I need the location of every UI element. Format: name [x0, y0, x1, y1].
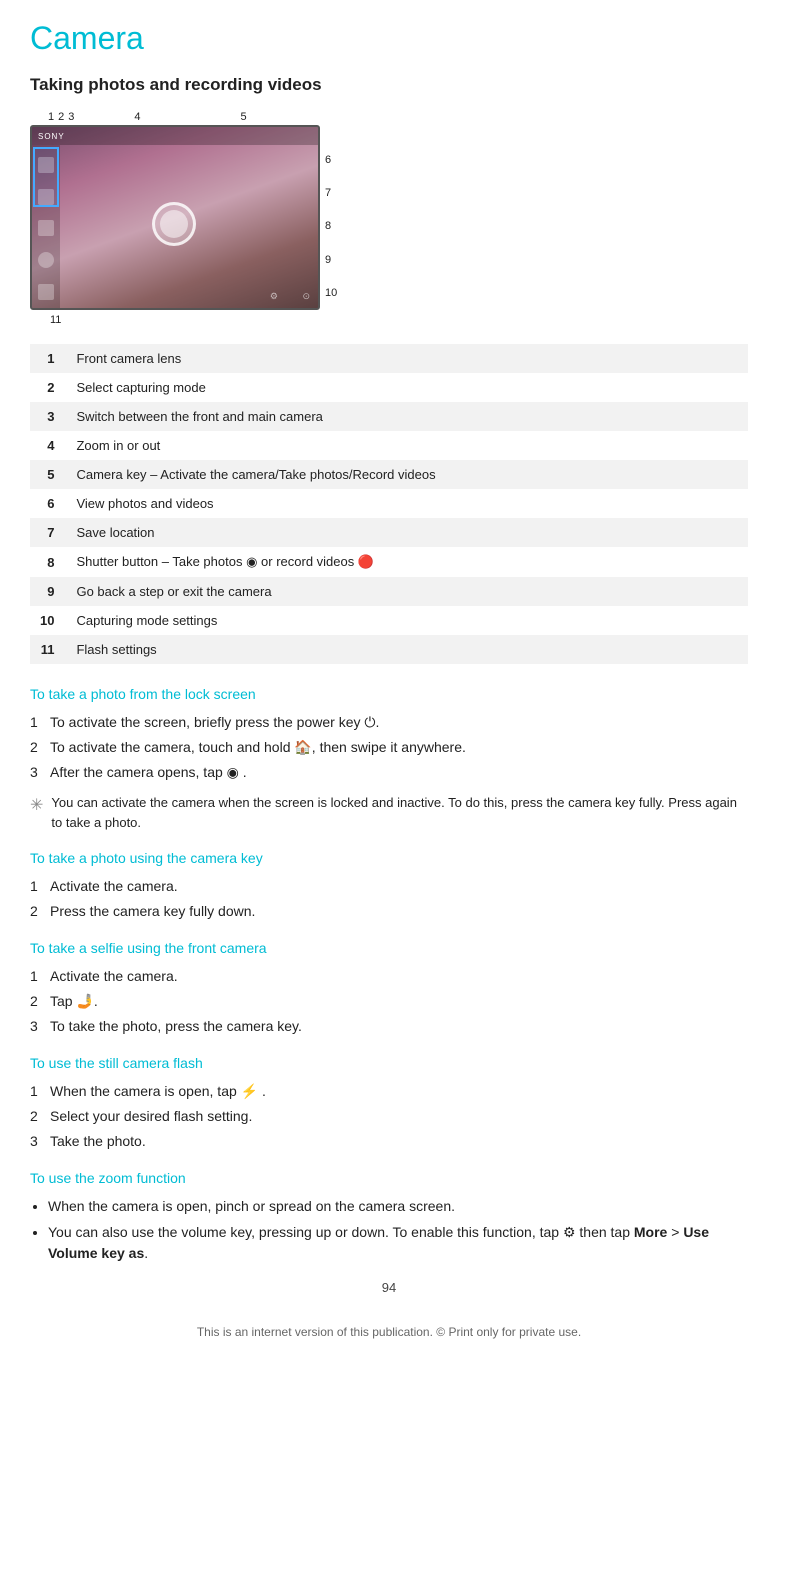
row-desc: Capturing mode settings: [66, 606, 748, 635]
row-num: 5: [30, 460, 66, 489]
step-item: 1 Activate the camera.: [30, 966, 748, 987]
tip-icon: ✳: [30, 794, 43, 818]
table-row: 7Save location: [30, 518, 748, 547]
step-text: To activate the screen, briefly press th…: [50, 712, 379, 733]
step-number: 2: [30, 737, 44, 758]
camera-diagram: 1 2 3 4 5 SONY: [30, 111, 748, 326]
step-number: 3: [30, 762, 44, 783]
row-desc: Save location: [66, 518, 748, 547]
row-num: 4: [30, 431, 66, 460]
section-camera-key: To take a photo using the camera key 1 Act…: [30, 850, 748, 922]
row-desc: Shutter button – Take photos ◉ or record…: [66, 547, 748, 577]
step-item: 2 Press the camera key fully down.: [30, 901, 748, 922]
step-item: 1 When the camera is open, tap ⚡ .: [30, 1081, 748, 1102]
row-num: 2: [30, 373, 66, 402]
table-row: 4Zoom in or out: [30, 431, 748, 460]
diagram-num-11: 11: [50, 314, 61, 326]
row-num: 1: [30, 344, 66, 373]
table-row: 9Go back a step or exit the camera: [30, 577, 748, 606]
row-num: 6: [30, 489, 66, 518]
step-text: To activate the camera, touch and hold 🏠…: [50, 737, 466, 758]
diagram-num-5: 5: [241, 111, 247, 123]
row-num: 10: [30, 606, 66, 635]
footer-disclaimer: This is an internet version of this publ…: [30, 1325, 748, 1339]
step-number: 1: [30, 966, 44, 987]
section-heading: To use the zoom function: [30, 1170, 748, 1186]
step-text: Tap 🤳.: [50, 991, 98, 1012]
step-text: After the camera opens, tap ◉ .: [50, 762, 247, 783]
step-number: 3: [30, 1016, 44, 1037]
row-num: 11: [30, 635, 66, 664]
step-text: Select your desired flash setting.: [50, 1106, 252, 1127]
diagram-num-3: 3: [68, 111, 74, 123]
section-flash: To use the still camera flash 1 When the c…: [30, 1055, 748, 1152]
row-desc: Front camera lens: [66, 344, 748, 373]
step-item: 2 To activate the camera, touch and hold …: [30, 737, 748, 758]
table-row: 6View photos and videos: [30, 489, 748, 518]
step-text: When the camera is open, tap ⚡ .: [50, 1081, 266, 1102]
section-lock-screen: To take a photo from the lock screen 1 To …: [30, 686, 748, 832]
step-item: 3 To take the photo, press the camera key…: [30, 1016, 748, 1037]
step-text: Activate the camera.: [50, 876, 178, 897]
row-num: 9: [30, 577, 66, 606]
row-desc: Camera key – Activate the camera/Take ph…: [66, 460, 748, 489]
step-item: 3 After the camera opens, tap ◉ .: [30, 762, 748, 783]
page-number: 94: [30, 1280, 748, 1295]
diagram-num-9: 9: [325, 254, 337, 266]
step-item: 3 Take the photo.: [30, 1131, 748, 1152]
table-row: 3Switch between the front and main camer…: [30, 402, 748, 431]
step-number: 2: [30, 1106, 44, 1127]
table-row: 10Capturing mode settings: [30, 606, 748, 635]
row-num: 3: [30, 402, 66, 431]
row-desc: Flash settings: [66, 635, 748, 664]
tip-box: ✳ You can activate the camera when the sc…: [30, 793, 748, 832]
table-row: 8Shutter button – Take photos ◉ or recor…: [30, 547, 748, 577]
step-text: Press the camera key fully down.: [50, 901, 255, 922]
step-text: To take the photo, press the camera key.: [50, 1016, 302, 1037]
row-num: 7: [30, 518, 66, 547]
step-item: 2 Select your desired flash setting.: [30, 1106, 748, 1127]
row-num: 8: [30, 547, 66, 577]
section-title: Taking photos and recording videos: [30, 75, 748, 95]
diagram-num-2: 2: [58, 111, 64, 123]
row-desc: Switch between the front and main camera: [66, 402, 748, 431]
step-number: 3: [30, 1131, 44, 1152]
section-zoom: To use the zoom function When the camera …: [30, 1170, 748, 1264]
step-text: Take the photo.: [50, 1131, 146, 1152]
step-text: Activate the camera.: [50, 966, 178, 987]
row-desc: View photos and videos: [66, 489, 748, 518]
diagram-num-10: 10: [325, 287, 337, 299]
table-row: 5Camera key – Activate the camera/Take p…: [30, 460, 748, 489]
bullet-item: You can also use the volume key, pressin…: [48, 1222, 748, 1264]
section-heading: To use the still camera flash: [30, 1055, 748, 1071]
camera-body: SONY ⚙ ⊙: [30, 125, 320, 310]
step-item: 1 Activate the camera.: [30, 876, 748, 897]
row-desc: Go back a step or exit the camera: [66, 577, 748, 606]
bullet-item: When the camera is open, pinch or spread…: [48, 1196, 748, 1217]
diagram-num-8: 8: [325, 220, 337, 232]
section-selfie: To take a selfie using the front camera 1…: [30, 940, 748, 1037]
section-heading: To take a selfie using the front camera: [30, 940, 748, 956]
diagram-num-6: 6: [325, 154, 337, 166]
table-row: 11Flash settings: [30, 635, 748, 664]
diagram-num-1: 1: [48, 111, 54, 123]
step-number: 1: [30, 712, 44, 733]
row-desc: Select capturing mode: [66, 373, 748, 402]
step-item: 1 To activate the screen, briefly press t…: [30, 712, 748, 733]
table-row: 1Front camera lens: [30, 344, 748, 373]
tip-text: You can activate the camera when the scr…: [51, 793, 748, 832]
diagram-num-7: 7: [325, 187, 337, 199]
step-item: 2 Tap 🤳.: [30, 991, 748, 1012]
step-number: 1: [30, 876, 44, 897]
section-heading: To take a photo using the camera key: [30, 850, 748, 866]
step-number: 1: [30, 1081, 44, 1102]
step-number: 2: [30, 901, 44, 922]
row-desc: Zoom in or out: [66, 431, 748, 460]
diagram-num-4: 4: [134, 111, 140, 123]
page-title: Camera: [30, 20, 748, 57]
camera-info-table: 1Front camera lens2Select capturing mode…: [30, 344, 748, 664]
section-heading: To take a photo from the lock screen: [30, 686, 748, 702]
table-row: 2Select capturing mode: [30, 373, 748, 402]
step-number: 2: [30, 991, 44, 1012]
